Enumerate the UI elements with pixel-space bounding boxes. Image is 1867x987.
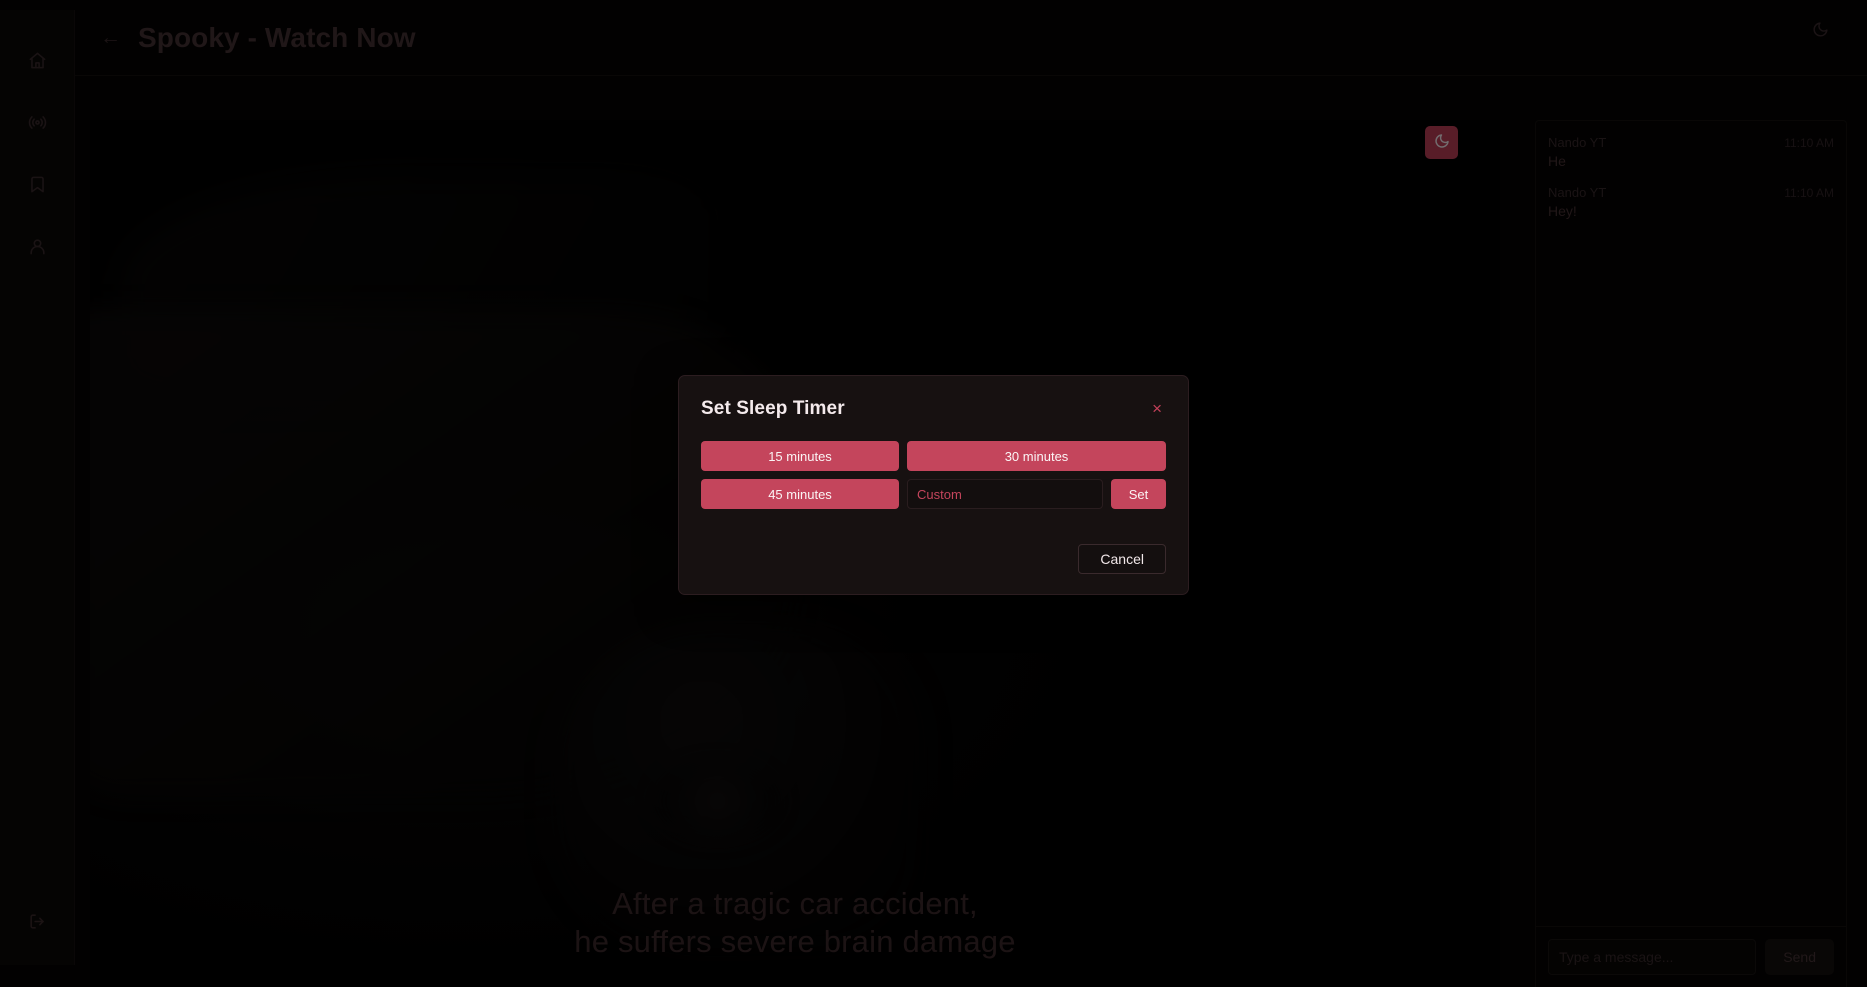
modal-footer: Cancel (701, 544, 1166, 574)
preset-30-minutes-button[interactable]: 30 minutes (907, 441, 1166, 471)
preset-grid: 15 minutes 30 minutes 45 minutes Set (701, 441, 1166, 509)
modal-header: Set Sleep Timer × (701, 398, 1166, 420)
custom-duration-input[interactable] (907, 479, 1103, 509)
preset-45-minutes-button[interactable]: 45 minutes (701, 479, 899, 509)
modal-title: Set Sleep Timer (701, 398, 845, 419)
close-icon[interactable]: × (1148, 398, 1166, 419)
sleep-timer-modal: Set Sleep Timer × 15 minutes 30 minutes … (678, 375, 1189, 595)
custom-duration-row: Set (907, 479, 1166, 509)
app-root: ← Spooky - Watch Now (0, 0, 1867, 987)
preset-15-minutes-button[interactable]: 15 minutes (701, 441, 899, 471)
cancel-button[interactable]: Cancel (1078, 544, 1166, 574)
set-button[interactable]: Set (1111, 479, 1166, 509)
